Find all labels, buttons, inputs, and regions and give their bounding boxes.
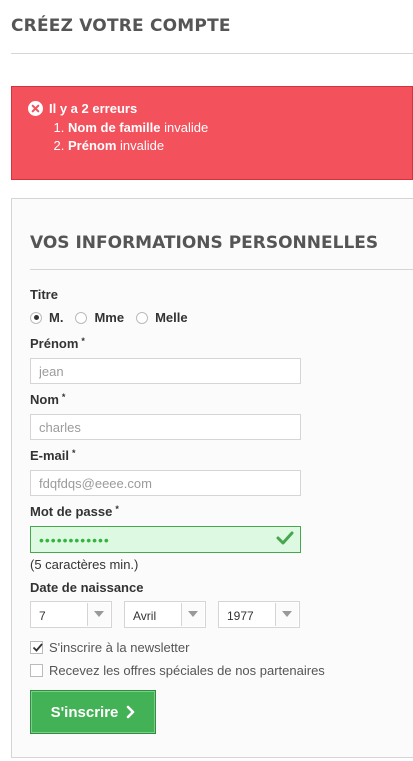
partner-offers-label: Recevez les offres spéciales de nos part… — [49, 663, 325, 678]
section-title: VOS INFORMATIONS PERSONNELLES — [30, 233, 379, 253]
error-item: Nom de famille invalide — [68, 119, 208, 137]
page-title: CRÉEZ VOTRE COMPTE — [11, 16, 231, 36]
email-field[interactable] — [30, 470, 301, 496]
checkmark-icon — [32, 643, 43, 652]
required-marker: * — [81, 336, 85, 346]
radio-button[interactable] — [136, 311, 149, 324]
checkmark-icon — [276, 531, 294, 545]
newsletter-checkbox[interactable] — [30, 641, 43, 654]
radio-button-selected[interactable] — [30, 311, 42, 324]
birth-month-select[interactable]: Avril — [124, 601, 206, 628]
nom-field[interactable] — [30, 414, 301, 440]
error-alert-heading: Il y a 2 erreurs — [49, 101, 138, 116]
error-alert-heading-row: Il y a 2 erreurs — [28, 101, 137, 116]
prenom-field[interactable] — [30, 358, 301, 384]
title-option-m[interactable]: M. — [30, 310, 63, 325]
email-label: E-mail * — [30, 448, 76, 463]
password-field[interactable] — [30, 526, 301, 553]
required-marker: * — [115, 504, 119, 514]
submit-button-label: S'inscrire — [50, 703, 119, 721]
title-divider — [11, 53, 413, 54]
required-marker: * — [61, 392, 66, 402]
title-option-label: Mme — [94, 310, 125, 325]
close-circle-icon — [28, 101, 43, 116]
birth-day-select[interactable]: 7 — [30, 601, 112, 628]
birthdate-label: Date de naissance — [30, 580, 144, 595]
submit-button[interactable]: S'inscrire — [30, 690, 156, 734]
birth-year-select[interactable]: 1977 — [218, 601, 300, 628]
partner-offers-checkbox[interactable] — [30, 664, 43, 677]
title-option-label: M. — [49, 310, 64, 325]
radio-button[interactable] — [75, 311, 88, 324]
title-option-melle[interactable]: Melle — [136, 310, 188, 325]
password-hint: (5 caractères min.) — [30, 557, 139, 572]
chevron-right-icon — [127, 705, 135, 719]
error-list: Nom de famille invalide Prénom invalide — [48, 119, 208, 155]
error-alert: Il y a 2 erreurs Nom de famille invalide… — [11, 86, 413, 180]
chevron-down-icon[interactable] — [181, 603, 204, 626]
newsletter-option[interactable]: S'inscrire à la newsletter — [30, 640, 189, 655]
chevron-down-icon[interactable] — [87, 603, 110, 626]
title-option-label: Melle — [155, 310, 188, 325]
chevron-down-icon[interactable] — [275, 603, 298, 626]
birth-year-value: 1977 — [227, 609, 254, 623]
title-option-mme[interactable]: Mme — [75, 310, 124, 325]
nom-label: Nom * — [30, 392, 66, 407]
error-item: Prénom invalide — [68, 137, 208, 155]
partner-offers-option[interactable]: Recevez les offres spéciales de nos part… — [30, 663, 325, 678]
birth-month-value: Avril — [133, 609, 157, 623]
required-marker: * — [72, 448, 76, 458]
birth-day-value: 7 — [39, 609, 46, 623]
prenom-label: Prénom * — [30, 336, 85, 351]
section-divider — [30, 269, 413, 270]
title-radio-group: M. Mme Melle — [30, 310, 200, 325]
titre-label: Titre — [30, 287, 58, 302]
password-label: Mot de passe * — [30, 504, 119, 519]
newsletter-label: S'inscrire à la newsletter — [49, 640, 190, 655]
